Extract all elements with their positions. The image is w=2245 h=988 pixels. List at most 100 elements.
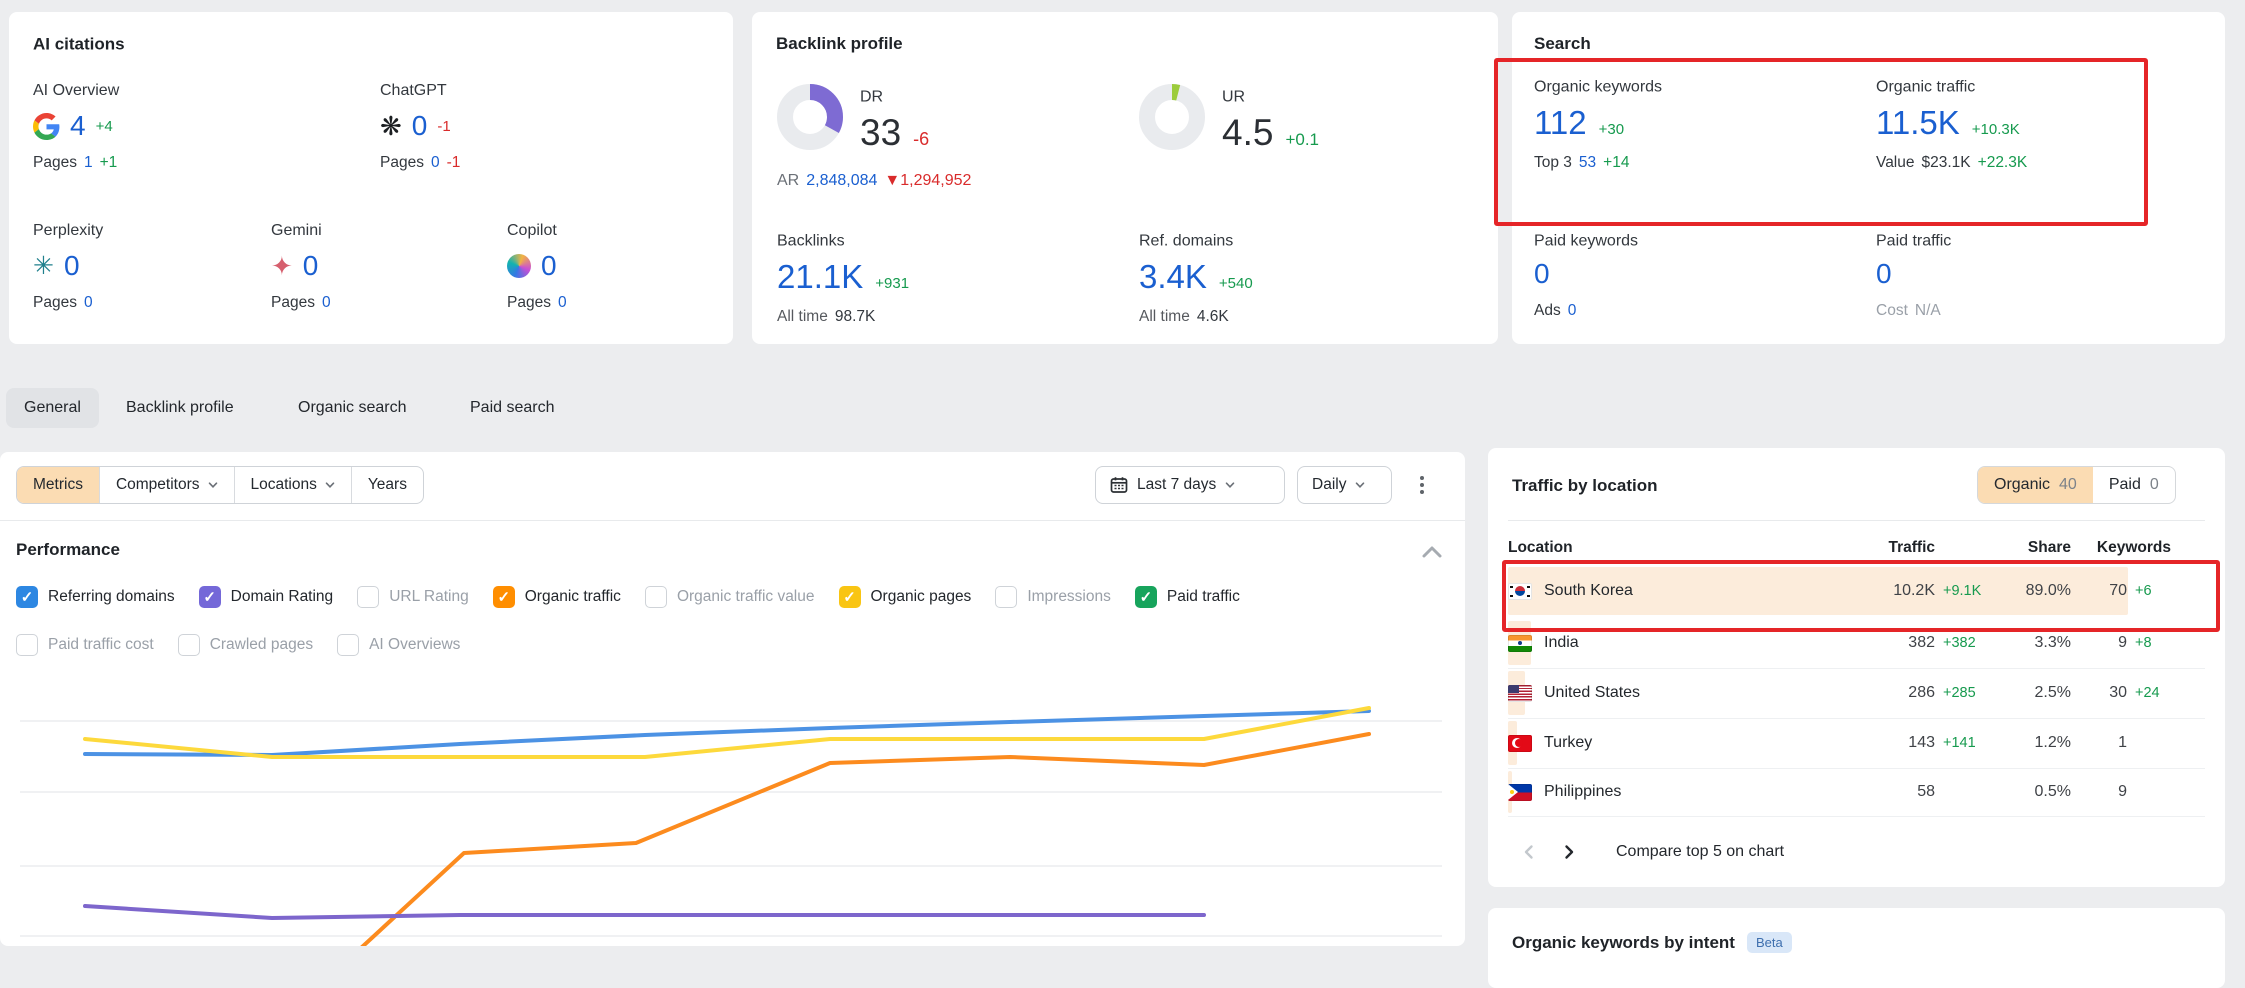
toggle-paid[interactable]: Paid 0 — [2093, 467, 2175, 503]
organic-traffic-value[interactable]: 11.5K — [1876, 104, 1960, 142]
checkbox-ai-overviews[interactable]: AI Overviews — [337, 634, 460, 656]
competitors-button[interactable]: Competitors — [100, 467, 235, 503]
traffic-by-location-card: Traffic by location Organic 40 Paid 0 Lo… — [1488, 448, 2225, 887]
location-name[interactable]: Philippines — [1544, 783, 1621, 801]
divider — [0, 520, 1465, 521]
toggle-organic[interactable]: Organic 40 — [1978, 467, 2093, 503]
checkbox-organic-pages[interactable]: Organic pages — [839, 586, 972, 608]
tab-paid-search[interactable]: Paid search — [452, 388, 573, 428]
divider — [1508, 520, 2205, 521]
checkbox-impressions[interactable]: Impressions — [995, 586, 1111, 608]
top3-row: Top 3 53 +14 — [1534, 154, 1664, 172]
keywords-value[interactable]: 9 — [2071, 783, 2127, 801]
metric-value[interactable]: 0 — [412, 110, 428, 142]
keywords-value[interactable]: 1 — [2071, 734, 2127, 752]
ads-row: Ads 0 — [1534, 302, 1640, 320]
checkbox-domain-rating[interactable]: Domain Rating — [199, 586, 334, 608]
date-range-label: Last 7 days — [1137, 476, 1216, 494]
paid-keywords-value[interactable]: 0 — [1534, 258, 1550, 289]
checkbox-organic-traffic[interactable]: Organic traffic — [493, 586, 621, 608]
paid-traffic-value[interactable]: 0 — [1876, 258, 1892, 289]
backlinks-value[interactable]: 21.1K — [777, 258, 863, 296]
keywords-by-intent-title: Organic keywords by intent — [1512, 933, 1735, 953]
checkbox-paid-traffic-cost[interactable]: Paid traffic cost — [16, 634, 154, 656]
granularity-label: Daily — [1312, 476, 1346, 494]
value-row: Value $23.1K +22.3K — [1876, 154, 2027, 172]
date-range-button[interactable]: Last 7 days — [1095, 466, 1285, 504]
table-row-turkey[interactable]: Turkey 143 +141 1.2% 1 — [1488, 718, 2225, 768]
pages-row: Pages 0 — [33, 294, 103, 312]
metric-value[interactable]: 0 — [303, 250, 319, 282]
keywords-value[interactable]: 70 — [2071, 582, 2127, 600]
more-options-kebab-icon[interactable] — [1420, 473, 1424, 497]
location-name[interactable]: India — [1544, 634, 1579, 652]
prev-page-chevron-icon[interactable] — [1520, 843, 1538, 861]
ref-domains-alltime: All time 4.6K — [1139, 308, 1253, 326]
metrics-button[interactable]: Metrics — [17, 467, 100, 503]
checkbox-url-rating[interactable]: URL Rating — [357, 586, 469, 608]
metric-label: ChatGPT — [380, 82, 460, 100]
metric-checkbox-row-1: Referring domains Domain Rating URL Rati… — [16, 586, 1240, 608]
metric-label: Perplexity — [33, 222, 103, 240]
gemini-icon: ✦ — [271, 253, 293, 279]
checkbox-icon — [493, 586, 515, 608]
table-row-india[interactable]: India 382 +382 3.3% 9 +8 — [1488, 618, 2225, 668]
ai-citations-card: AI citations AI Overview 4 +4 Pages 1 +1… — [9, 12, 733, 344]
metric-label: AI Overview — [33, 82, 119, 100]
header-share[interactable]: Share — [1993, 539, 2071, 557]
dr-value: 33 — [860, 112, 901, 154]
traffic-value: 143 — [1859, 734, 1935, 752]
tab-general[interactable]: General — [6, 388, 99, 428]
table-row-philippines[interactable]: Philippines 58 0.5% 9 — [1488, 768, 2225, 816]
collapse-chevron-up-icon[interactable] — [1420, 544, 1444, 560]
copilot-icon — [507, 254, 531, 278]
checkbox-organic-traffic-value[interactable]: Organic traffic value — [645, 586, 815, 608]
organic-keywords-value[interactable]: 112 — [1534, 104, 1587, 142]
checkbox-icon — [645, 586, 667, 608]
location-name[interactable]: United States — [1544, 684, 1640, 702]
chevron-down-icon — [1355, 480, 1365, 490]
analytics-dashboard: { "colors": { "link_blue": "#1a5fd0", "p… — [0, 0, 2245, 946]
filter-button-group: Metrics Competitors Locations Years — [16, 466, 424, 504]
ref-domains-value[interactable]: 3.4K — [1139, 258, 1207, 296]
traffic-delta: +382 — [1935, 635, 1993, 651]
dr-delta: -6 — [913, 129, 929, 150]
search-card: Search Organic keywords 112 +30 Top 3 53… — [1512, 12, 2225, 344]
checkbox-icon — [1135, 586, 1157, 608]
performance-line-chart[interactable] — [0, 660, 1465, 946]
location-name[interactable]: Turkey — [1544, 734, 1592, 752]
keywords-by-intent-card: Organic keywords by intent Beta — [1488, 908, 2225, 988]
checkbox-referring-domains[interactable]: Referring domains — [16, 586, 175, 608]
tab-backlink-profile[interactable]: Backlink profile — [108, 388, 252, 428]
header-keywords[interactable]: Keywords — [2071, 539, 2171, 557]
header-traffic[interactable]: Traffic — [1859, 539, 1935, 557]
pages-row: Pages 0 -1 — [380, 154, 460, 172]
ai-citation-copilot: Copilot 0 Pages 0 — [507, 222, 567, 312]
chevron-down-icon — [325, 480, 335, 490]
traffic-delta: +141 — [1935, 735, 1993, 751]
checkbox-crawled-pages[interactable]: Crawled pages — [178, 634, 313, 656]
tab-organic-search[interactable]: Organic search — [280, 388, 425, 428]
metric-value[interactable]: 4 — [70, 110, 86, 142]
checkbox-paid-traffic[interactable]: Paid traffic — [1135, 586, 1240, 608]
compare-top5-link[interactable]: Compare top 5 on chart — [1616, 843, 1784, 861]
years-button[interactable]: Years — [352, 467, 423, 503]
location-name[interactable]: South Korea — [1544, 582, 1633, 600]
header-location[interactable]: Location — [1508, 539, 1859, 557]
ur-label: UR — [1222, 86, 1247, 106]
dr-label: DR — [860, 86, 885, 106]
table-row-united-states[interactable]: United States 286 +285 2.5% 30 +24 — [1488, 668, 2225, 718]
locations-button[interactable]: Locations — [235, 467, 352, 503]
metric-value[interactable]: 0 — [64, 250, 80, 282]
india-flag-icon — [1508, 635, 1532, 652]
metric-label: Copilot — [507, 222, 567, 240]
table-header-row: Location Traffic Share Keywords — [1488, 532, 2225, 564]
backlinks-alltime: All time 98.7K — [777, 308, 909, 326]
granularity-button[interactable]: Daily — [1297, 466, 1392, 504]
table-row-south-korea[interactable]: South Korea 10.2K +9.1K 89.0% 70 +6 — [1488, 564, 2225, 618]
keywords-value[interactable]: 30 — [2071, 684, 2127, 702]
keywords-value[interactable]: 9 — [2071, 634, 2127, 652]
next-page-chevron-icon[interactable] — [1560, 843, 1578, 861]
metric-value[interactable]: 0 — [541, 250, 557, 282]
google-icon — [33, 113, 60, 140]
